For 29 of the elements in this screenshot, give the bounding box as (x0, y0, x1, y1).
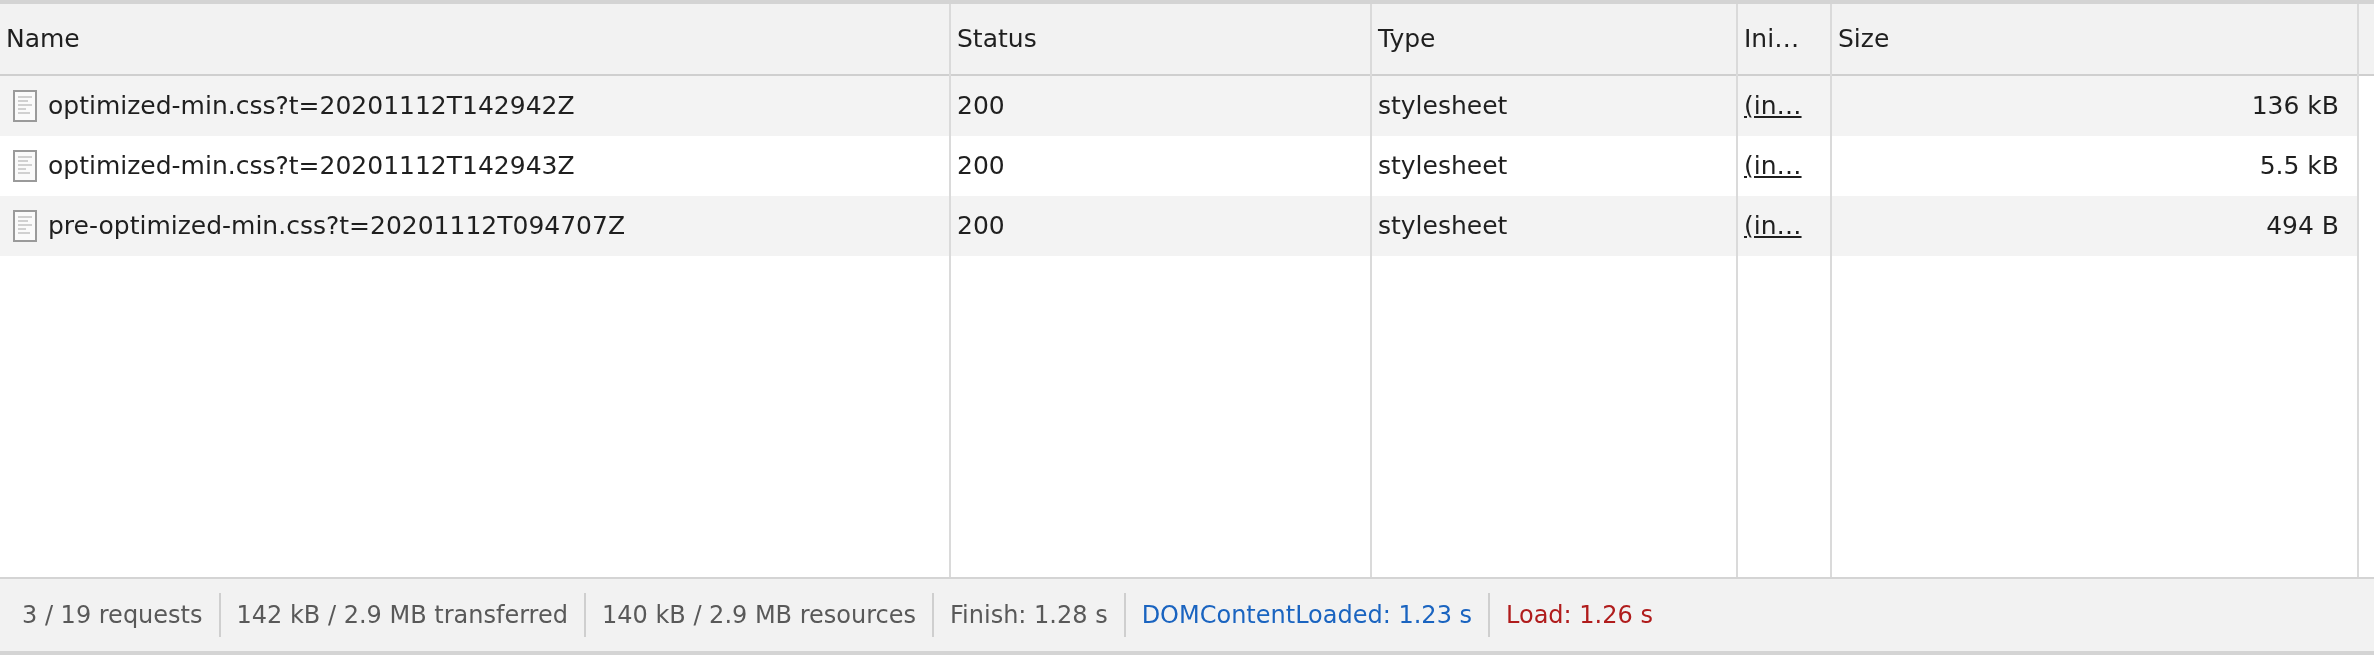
file-name: optimized-min.css?t=20201112T142943Z (48, 150, 575, 183)
status-code: 200 (957, 150, 1005, 183)
status-text: 3 / 19 requests (6, 593, 221, 637)
resource-type: stylesheet (1378, 150, 1508, 183)
file-size: 494 B (2266, 210, 2339, 243)
column-header[interactable]: Name (0, 4, 949, 76)
document-icon (12, 210, 38, 242)
column-header[interactable]: Size (1832, 4, 2357, 76)
status-code: 200 (957, 210, 1005, 243)
file-name: optimized-min.css?t=20201112T142942Z (48, 90, 575, 123)
initiator-link[interactable]: (in… (1744, 207, 1802, 245)
file-size: 5.5 kB (2259, 150, 2339, 183)
resource-type: stylesheet (1378, 210, 1508, 243)
status-text: Load: 1.26 s (1505, 600, 1654, 631)
file-name: pre-optimized-min.css?t=20201112T094707Z (48, 210, 626, 243)
column-header[interactable]: Type (1372, 4, 1736, 76)
initiator-link[interactable]: (in… (1744, 147, 1802, 185)
status-code: 200 (957, 90, 1005, 123)
document-icon (12, 90, 38, 122)
column-header[interactable]: Ini… (1738, 4, 1830, 76)
status-text: 142 kB / 2.9 MB transferred (220, 593, 586, 637)
document-icon (12, 150, 38, 182)
initiator-link[interactable]: (in… (1744, 87, 1802, 125)
column-header[interactable]: Status (951, 4, 1370, 76)
status-text: Finish: 1.28 s (934, 593, 1126, 637)
status-text: 140 kB / 2.9 MB resources (585, 593, 935, 637)
status-text: DOMContentLoaded: 1.23 s (1125, 593, 1491, 637)
resource-type: stylesheet (1378, 90, 1508, 123)
file-size: 136 kB (2251, 90, 2339, 123)
